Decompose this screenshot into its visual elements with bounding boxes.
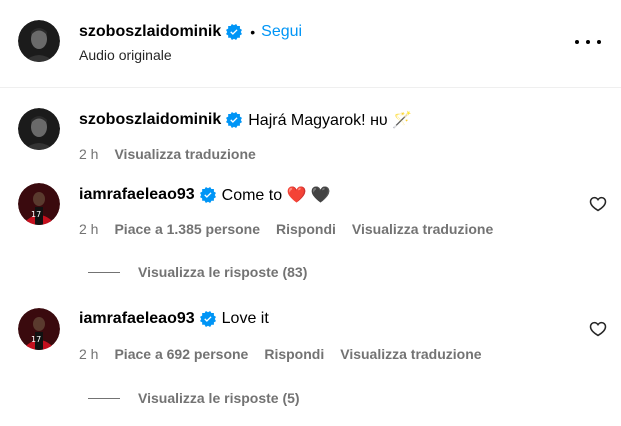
commenter-username[interactable]: iamrafaeleao93 <box>79 310 195 328</box>
view-replies-label[interactable]: Visualizza le risposte (5) <box>138 390 300 406</box>
commenter-avatar[interactable]: 17 <box>18 308 60 350</box>
svg-text:17: 17 <box>31 335 41 344</box>
view-replies-button[interactable]: Visualizza le risposte (83) <box>88 264 307 280</box>
verified-icon <box>226 24 242 40</box>
commenter-avatar[interactable]: 17 <box>18 183 60 225</box>
post-header: szoboszlaidominik • Segui Audio original… <box>0 0 621 88</box>
commenter-avatar[interactable] <box>18 108 60 150</box>
author-username[interactable]: szoboszlaidominik <box>79 23 221 41</box>
likes-count[interactable]: Piace a 692 persone <box>114 346 248 362</box>
reply-button[interactable]: Rispondi <box>264 346 324 362</box>
replies-divider <box>88 271 120 273</box>
original-audio-link[interactable]: Audio originale <box>79 47 172 63</box>
view-replies-button[interactable]: Visualizza le risposte (5) <box>88 390 300 406</box>
translate-button[interactable]: Visualizza traduzione <box>114 146 255 162</box>
verified-icon <box>200 187 216 203</box>
reply-button[interactable]: Rispondi <box>276 221 336 237</box>
svg-text:17: 17 <box>31 210 41 219</box>
comment-time[interactable]: 2 h <box>79 346 98 362</box>
replies-divider <box>88 397 120 399</box>
view-replies-label[interactable]: Visualizza le risposte (83) <box>138 264 307 280</box>
comment-text: Love it <box>221 310 269 327</box>
author-avatar[interactable] <box>18 20 60 62</box>
follow-button[interactable]: Segui <box>261 23 302 41</box>
like-heart-icon[interactable] <box>589 320 607 338</box>
separator-dot: • <box>250 24 256 40</box>
more-options-icon[interactable] <box>575 30 601 54</box>
comment-text: Hajrá Magyarok! ʜᴜ 🪄 <box>248 112 413 129</box>
translate-button[interactable]: Visualizza traduzione <box>352 221 493 237</box>
commenter-username[interactable]: iamrafaeleao93 <box>79 186 195 204</box>
likes-count[interactable]: Piace a 1.385 persone <box>114 221 260 237</box>
translate-button[interactable]: Visualizza traduzione <box>340 346 481 362</box>
like-heart-icon[interactable] <box>589 195 607 213</box>
comment-time[interactable]: 2 h <box>79 146 98 162</box>
commenter-username[interactable]: szoboszlaidominik <box>79 111 221 129</box>
comment-time[interactable]: 2 h <box>79 221 98 237</box>
verified-icon <box>200 311 216 327</box>
verified-icon <box>226 112 242 128</box>
comment-text: Come to ❤️ 🖤 <box>221 187 331 204</box>
